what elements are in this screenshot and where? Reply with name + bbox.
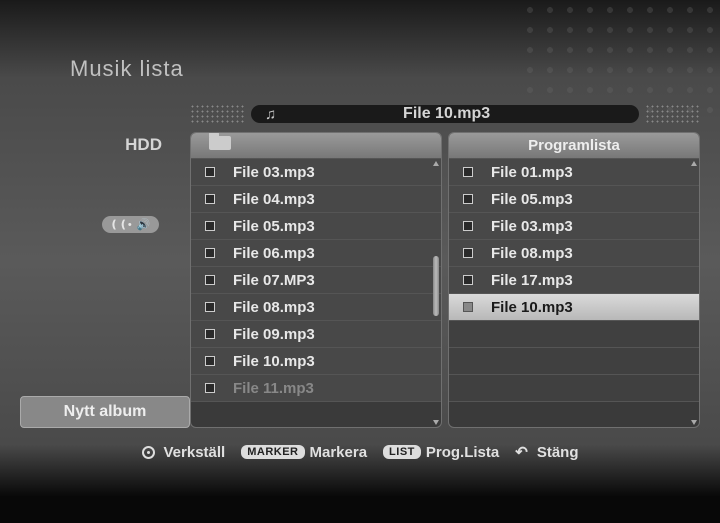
file-list-body: File 03.mp3 File 04.mp3 File 05.mp3 File 06…: [191, 159, 441, 427]
file-name: File 08.mp3: [491, 245, 573, 262]
return-icon: ↶: [515, 443, 528, 461]
checkbox-icon: [205, 167, 215, 177]
file-name: File 05.mp3: [233, 218, 315, 235]
file-list-item[interactable]: File 05.mp3: [191, 213, 441, 240]
hint-return: ↶ Stäng: [515, 443, 578, 461]
file-name: File 11.mp3: [233, 380, 314, 397]
folder-icon: [209, 136, 231, 150]
checkbox-icon: [205, 221, 215, 231]
hint-enter-label: Verkställ: [164, 444, 226, 461]
page-title: Musik lista: [70, 56, 184, 82]
file-list-item[interactable]: File 07.MP3: [191, 267, 441, 294]
checkbox-icon: [205, 194, 215, 204]
scroll-down-icon: [691, 420, 697, 425]
checkbox-icon: [463, 275, 473, 285]
file-list-item[interactable]: File 10.mp3: [191, 348, 441, 375]
source-label: HDD: [20, 135, 190, 155]
file-name: File 10.mp3: [233, 353, 315, 370]
now-playing-filename: File 10.mp3: [288, 105, 625, 123]
program-list-item[interactable]: File 10.mp3: [449, 294, 699, 321]
file-list-item[interactable]: File 11.mp3: [191, 375, 441, 402]
file-name: File 04.mp3: [233, 191, 315, 208]
checkbox-icon: [205, 356, 215, 366]
program-list-item[interactable]: File 05.mp3: [449, 186, 699, 213]
music-note-icon: ♫: [265, 106, 276, 123]
decorative-grid-left: [190, 104, 245, 124]
file-list-item[interactable]: File 04.mp3: [191, 186, 441, 213]
file-list-item[interactable]: File 09.mp3: [191, 321, 441, 348]
program-list-item[interactable]: File 17.mp3: [449, 267, 699, 294]
main-area: HDD ❪❪•🔊 Nytt album ♫ File 10.mp3: [20, 100, 700, 428]
checkbox-icon: [205, 275, 215, 285]
file-list-item[interactable]: File 06.mp3: [191, 240, 441, 267]
file-name: File 03.mp3: [233, 164, 315, 181]
file-name: File 17.mp3: [491, 272, 573, 289]
program-list-empty: [449, 375, 699, 402]
scroll-up-icon: [433, 161, 439, 166]
file-name: File 01.mp3: [491, 164, 573, 181]
hint-marker: MARKER Markera: [241, 444, 367, 461]
program-list-empty: [449, 321, 699, 348]
footer-hints: Verkställ MARKER Markera LIST Prog.Lista…: [0, 443, 720, 461]
file-list-item[interactable]: File 03.mp3: [191, 159, 441, 186]
hint-marker-label: Markera: [310, 444, 368, 461]
folder-up-row[interactable]: [191, 133, 441, 159]
new-album-button[interactable]: Nytt album: [20, 396, 190, 428]
hint-return-label: Stäng: [537, 444, 579, 461]
file-list-panel: File 03.mp3 File 04.mp3 File 05.mp3 File 06…: [190, 132, 442, 428]
marker-pill: MARKER: [241, 445, 304, 459]
decorative-grid-right: [645, 104, 700, 124]
enter-icon: [142, 446, 155, 459]
file-name: File 08.mp3: [233, 299, 315, 316]
hint-list: LIST Prog.Lista: [383, 444, 499, 461]
program-list-item[interactable]: File 03.mp3: [449, 213, 699, 240]
checkbox-icon: [463, 302, 473, 312]
checkbox-icon: [205, 248, 215, 258]
checkbox-icon: [205, 329, 215, 339]
hint-enter: Verkställ: [142, 444, 226, 461]
file-name: File 06.mp3: [233, 245, 315, 262]
now-playing-pill: ♫ File 10.mp3: [251, 105, 639, 123]
scroll-down-icon: [433, 420, 439, 425]
checkbox-icon: [463, 194, 473, 204]
list-pill: LIST: [383, 445, 421, 459]
scroll-up-icon: [691, 161, 697, 166]
file-name: File 10.mp3: [491, 299, 573, 316]
sidebar: HDD ❪❪•🔊 Nytt album: [20, 100, 190, 428]
hint-list-label: Prog.Lista: [426, 444, 499, 461]
program-list-header: Programlista: [449, 133, 699, 159]
program-list-empty: [449, 348, 699, 375]
checkbox-icon: [463, 167, 473, 177]
checkbox-icon: [463, 248, 473, 258]
file-name: File 05.mp3: [491, 191, 573, 208]
content-area: ♫ File 10.mp3 File 03.mp3File 04.mp3File…: [190, 100, 700, 428]
checkbox-icon: [205, 302, 215, 312]
program-list-panel: Programlista File 01.mp3File 05.mp3File …: [448, 132, 700, 428]
scroll-thumb[interactable]: [433, 256, 439, 316]
file-name: File 03.mp3: [491, 218, 573, 235]
audio-indicator: ❪❪•🔊: [20, 215, 190, 233]
file-name: File 07.MP3: [233, 272, 315, 289]
checkbox-icon: [463, 221, 473, 231]
lists-container: File 03.mp3 File 04.mp3 File 05.mp3 File 06…: [190, 132, 700, 428]
program-list-item[interactable]: File 08.mp3: [449, 240, 699, 267]
now-playing-bar: ♫ File 10.mp3: [190, 100, 700, 128]
program-list-item[interactable]: File 01.mp3: [449, 159, 699, 186]
file-list-item[interactable]: File 08.mp3: [191, 294, 441, 321]
checkbox-icon: [205, 383, 215, 393]
speaker-icon: ❪❪•🔊: [102, 216, 159, 233]
scrollbar-left[interactable]: [433, 161, 439, 425]
program-list-body: File 01.mp3 File 05.mp3 File 03.mp3 File 08…: [449, 159, 699, 427]
file-name: File 09.mp3: [233, 326, 315, 343]
scrollbar-right[interactable]: [691, 161, 697, 425]
